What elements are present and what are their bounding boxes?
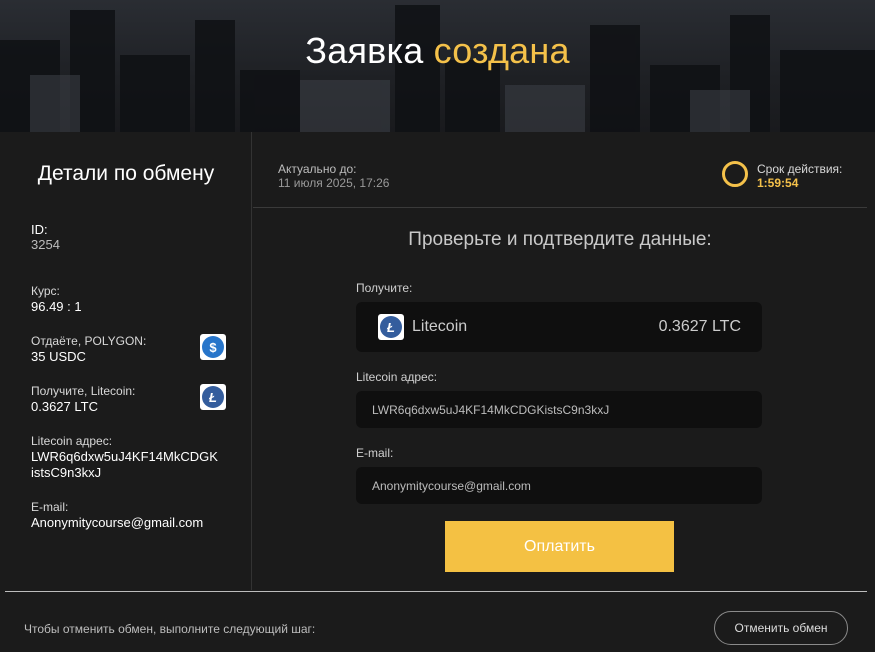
detail-address-line2: istsC9n3kxJ [31,465,102,480]
expiry-timer: Срок действия: 1:59:54 [757,162,842,191]
detail-email-value: Anonymitycourse@gmail.com [31,515,204,530]
email-field-box [356,467,762,504]
litecoin-icon: Ł [200,384,226,410]
expiry-timer-value: 1:59:54 [757,176,799,190]
detail-id: ID: 3254 [31,222,231,253]
detail-rate: Курс: 96.49 : 1 [31,284,231,315]
page-title-accent: создана [433,30,570,71]
detail-id-label: ID: [31,222,48,237]
detail-address-line1: LWR6q6dxw5uJ4KF14MkCDGK [31,449,218,464]
detail-address: Litecoin адрес: LWR6q6dxw5uJ4KF14MkCDGK … [31,434,231,481]
page-title: Заявка создана [0,30,875,72]
receive-coin-name: Litecoin [412,318,468,335]
detail-email: E-mail: Anonymitycourse@gmail.com [31,500,231,531]
exchange-details-sidebar: Детали по обмену ID: 3254 Курс: 96.49 : … [0,132,252,590]
address-field-label: Litecoin адрес: [356,370,438,384]
footer-divider [5,591,867,592]
detail-rate-value: 96.49 : 1 [31,299,82,314]
usdc-icon: $ [200,334,226,360]
order-panel: Детали по обмену ID: 3254 Курс: 96.49 : … [0,132,875,652]
valid-until-value: 11 июля 2025, 17:26 [278,176,390,190]
timer-ring-icon [722,161,748,187]
details-title: Детали по обмену [37,162,215,185]
receive-summary: Ł Litecoin 0.3627 LTC [356,302,762,352]
cancel-instruction: Чтобы отменить обмен, выполните следующи… [24,622,316,636]
receive-amount: 0.3627 LTC [658,318,741,335]
detail-address-label: Litecoin адрес: [31,434,113,448]
detail-rate-label: Курс: [31,284,60,298]
cancel-exchange-button[interactable]: Отменить обмен [714,611,848,645]
verify-title: Проверьте и подтвердите данные: [408,229,712,250]
receive-label: Получите: [356,281,413,295]
email-field-label: E-mail: [356,446,394,460]
confirm-section: Актуально до: 11 июля 2025, 17:26 Срок д… [253,132,875,590]
detail-email-label: E-mail: [31,500,69,514]
valid-until-label: Актуально до: [278,162,357,176]
hero-banner: Заявка создана [0,0,875,132]
email-field[interactable] [356,467,762,504]
detail-id-value: 3254 [31,237,60,252]
pay-button[interactable]: Оплатить [445,521,674,572]
expiry-timer-label: Срок действия: [757,162,843,176]
address-field-box [356,391,762,428]
valid-until: Актуально до: 11 июля 2025, 17:26 [278,162,389,191]
status-bar: Актуально до: 11 июля 2025, 17:26 Срок д… [253,132,867,208]
litecoin-icon: Ł [378,314,404,340]
page-title-main: Заявка [305,30,424,71]
address-field[interactable] [356,391,762,428]
